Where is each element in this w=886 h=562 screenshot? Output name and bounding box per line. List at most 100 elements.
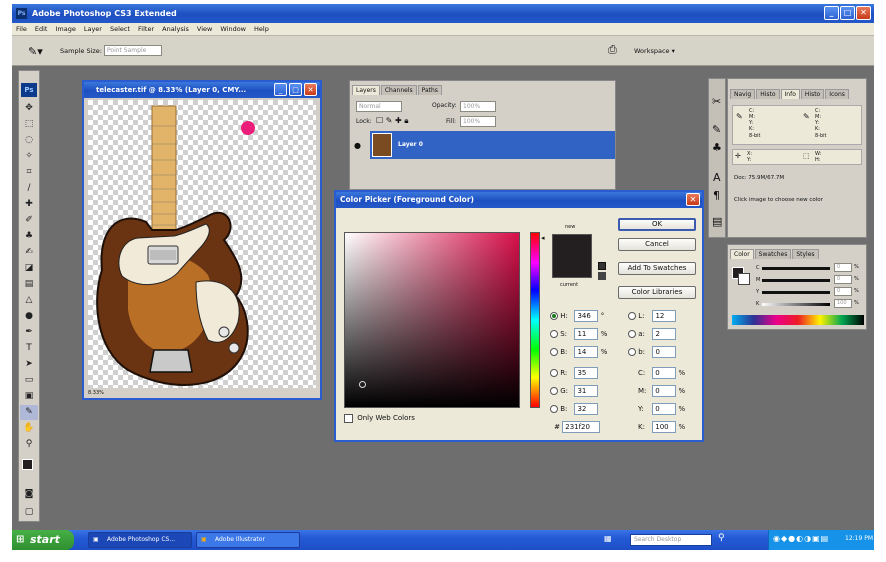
- hue-radio[interactable]: [550, 312, 558, 320]
- notes-tool-icon[interactable]: ▣: [20, 389, 38, 404]
- saturation-brightness-field[interactable]: [344, 232, 520, 408]
- screen-mode-icon[interactable]: ▢: [20, 505, 38, 520]
- clone-stamp-tool-icon[interactable]: ♣: [20, 229, 38, 244]
- brightness-radio[interactable]: [550, 348, 558, 356]
- bridge-icon[interactable]: ⎙: [608, 43, 617, 57]
- blue-input[interactable]: 32: [574, 403, 599, 415]
- blend-mode-select[interactable]: Normal: [356, 101, 402, 112]
- menu-window[interactable]: Window: [216, 23, 250, 36]
- eyedropper-tool-preset-icon[interactable]: ✎▾: [28, 45, 43, 58]
- magic-wand-tool-icon[interactable]: ✧: [20, 149, 38, 164]
- color-panel-bg-swatch[interactable]: [738, 273, 750, 285]
- task-photoshop[interactable]: ▣ Adobe Photoshop CS...: [88, 532, 192, 548]
- layer-comps-icon[interactable]: ▤: [712, 215, 722, 228]
- close-app-button[interactable]: ✕: [856, 6, 871, 20]
- a-input[interactable]: 2: [652, 328, 677, 340]
- pen-tool-icon[interactable]: ✒: [20, 325, 38, 340]
- slider-k-track[interactable]: [762, 303, 830, 306]
- gradient-tool-icon[interactable]: ▤: [20, 277, 38, 292]
- workspace-button[interactable]: Workspace ▾: [634, 47, 675, 55]
- eraser-tool-icon[interactable]: ◪: [20, 261, 38, 276]
- doc-minimize-button[interactable]: _: [274, 83, 287, 96]
- slider-y-value[interactable]: 0: [834, 287, 852, 296]
- gamut-warning-icon[interactable]: [598, 262, 606, 270]
- history-brush-tool-icon[interactable]: ✍: [20, 245, 38, 260]
- layer-row[interactable]: Layer 0: [370, 131, 615, 159]
- ok-button[interactable]: OK: [618, 218, 696, 231]
- doc-close-button[interactable]: ✕: [304, 83, 317, 96]
- tab-channels[interactable]: Channels: [380, 85, 417, 95]
- tab-paths[interactable]: Paths: [417, 85, 442, 95]
- healing-brush-tool-icon[interactable]: ✚: [20, 197, 38, 212]
- saturation-input[interactable]: 11: [574, 328, 599, 340]
- web-safe-icon[interactable]: [598, 272, 606, 280]
- color-libraries-button[interactable]: Color Libraries: [618, 286, 696, 299]
- blue-radio[interactable]: [550, 405, 558, 413]
- start-button[interactable]: ⊞ start: [12, 530, 74, 550]
- hue-input[interactable]: 346: [574, 310, 599, 322]
- menu-view[interactable]: View: [193, 23, 216, 36]
- slider-k-value[interactable]: 100: [834, 299, 852, 308]
- b-lab-radio[interactable]: [628, 348, 636, 356]
- yellow-input[interactable]: 0: [652, 403, 677, 415]
- slider-m-value[interactable]: 0: [834, 275, 852, 284]
- blur-tool-icon[interactable]: △: [20, 293, 38, 308]
- lightness-input[interactable]: 12: [652, 310, 677, 322]
- doc-maximize-button[interactable]: □: [289, 83, 302, 96]
- foreground-color-swatch[interactable]: [22, 459, 33, 470]
- eye-icon[interactable]: ●: [354, 141, 361, 150]
- minimize-button[interactable]: _: [824, 6, 839, 20]
- add-to-swatches-button[interactable]: Add To Swatches: [618, 262, 696, 275]
- canvas[interactable]: [88, 100, 316, 388]
- brush-preset-icon[interactable]: ✎: [712, 123, 721, 136]
- tab-styles[interactable]: Styles: [792, 249, 819, 259]
- slider-c-value[interactable]: 0: [834, 263, 852, 272]
- character-icon[interactable]: A: [713, 171, 721, 184]
- menu-layer[interactable]: Layer: [80, 23, 106, 36]
- slice-tool-icon[interactable]: ∕: [20, 181, 38, 196]
- tools-icon[interactable]: ✂: [712, 95, 721, 108]
- toolbox-logo[interactable]: Ps: [21, 83, 37, 97]
- hex-input[interactable]: 231f20: [562, 421, 601, 433]
- search-go-icon[interactable]: ⚲: [718, 533, 725, 543]
- opacity-input[interactable]: 100%: [460, 101, 496, 112]
- paragraph-icon[interactable]: ¶: [713, 189, 720, 202]
- move-tool-icon[interactable]: ✥: [20, 101, 38, 116]
- lock-icons[interactable]: ☐ ✎ ✚ 🔒︎: [376, 116, 408, 126]
- zoom-tool-icon[interactable]: ⚲: [20, 437, 38, 452]
- tray-icons[interactable]: ◉◆●◐◑▣▤: [773, 534, 829, 543]
- tab-icons[interactable]: Icons: [825, 89, 849, 99]
- cyan-input[interactable]: 0: [652, 367, 677, 379]
- zoom-level[interactable]: 8.33%: [88, 390, 104, 396]
- color-picker-close-button[interactable]: ✕: [686, 193, 700, 206]
- only-web-colors-checkbox[interactable]: [344, 413, 353, 423]
- tab-color[interactable]: Color: [730, 249, 754, 259]
- menu-image[interactable]: Image: [51, 23, 79, 36]
- path-selection-tool-icon[interactable]: ➤: [20, 357, 38, 372]
- slider-c-track[interactable]: [762, 267, 830, 270]
- tab-swatches[interactable]: Swatches: [754, 249, 792, 259]
- tab-navigator[interactable]: Navig: [730, 89, 756, 99]
- green-radio[interactable]: [550, 387, 558, 395]
- green-input[interactable]: 31: [574, 385, 599, 397]
- hue-slider-handle-icon[interactable]: ◂: [541, 234, 545, 242]
- desktop-search-input[interactable]: Search Desktop: [630, 534, 712, 546]
- black-input[interactable]: 100: [652, 421, 677, 433]
- marquee-tool-icon[interactable]: ⬚: [20, 117, 38, 132]
- saturation-radio[interactable]: [550, 330, 558, 338]
- brush-tool-icon[interactable]: ✐: [20, 213, 38, 228]
- tab-info[interactable]: Info: [780, 89, 800, 99]
- menu-analysis[interactable]: Analysis: [158, 23, 193, 36]
- lasso-tool-icon[interactable]: ◌: [20, 133, 38, 148]
- maximize-button[interactable]: □: [840, 6, 855, 20]
- color-selector-ring[interactable]: [359, 381, 366, 388]
- clone-source-icon[interactable]: ♣: [712, 141, 722, 154]
- tab-histogram[interactable]: Histo: [756, 89, 780, 99]
- type-tool-icon[interactable]: T: [20, 341, 38, 356]
- dodge-tool-icon[interactable]: ●: [20, 309, 38, 324]
- slider-m-track[interactable]: [762, 279, 830, 282]
- sample-size-select[interactable]: Point Sample: [104, 45, 162, 56]
- tab-layers[interactable]: Layers: [352, 85, 380, 95]
- fill-input[interactable]: 100%: [460, 116, 496, 127]
- menu-select[interactable]: Select: [106, 23, 134, 36]
